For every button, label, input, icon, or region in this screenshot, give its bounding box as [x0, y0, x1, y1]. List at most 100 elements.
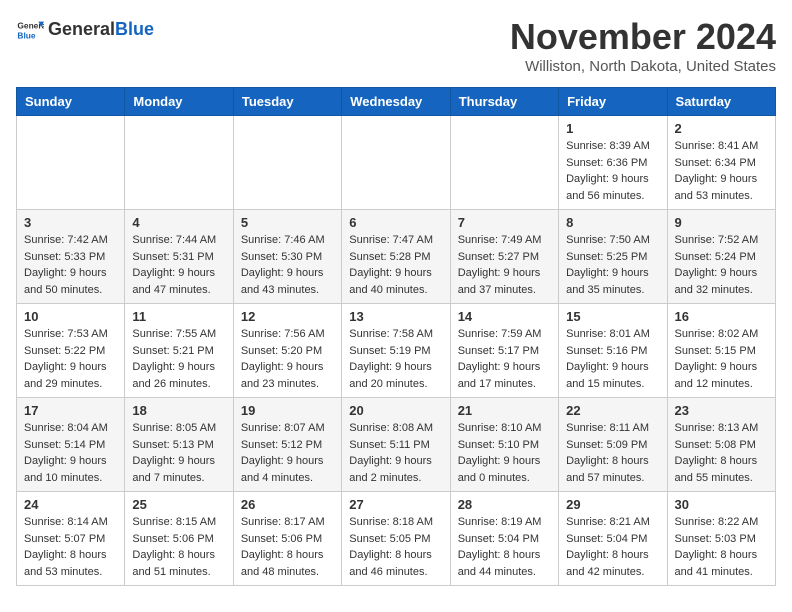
day-number: 13: [349, 309, 442, 324]
calendar-cell: 3 Sunrise: 7:42 AM Sunset: 5:33 PM Daylig…: [17, 210, 125, 304]
day-number: 18: [132, 403, 225, 418]
day-of-week-monday: Monday: [125, 88, 233, 116]
week-row-1: 1Sunrise: 8:39 AM Sunset: 6:36 PM Daylig…: [17, 116, 776, 210]
day-number: 7: [458, 215, 551, 230]
day-of-week-friday: Friday: [559, 88, 667, 116]
day-number: 28: [458, 497, 551, 512]
day-number: 24: [24, 497, 117, 512]
day-number: 12: [241, 309, 334, 324]
calendar-cell: 29Sunrise: 8:21 AM Sunset: 5:04 PM Dayli…: [559, 492, 667, 586]
day-info: Sunrise: 7:49 AM Sunset: 5:27 PM Dayligh…: [458, 232, 551, 298]
day-number: 16: [675, 309, 768, 324]
day-info: Sunrise: 8:21 AM Sunset: 5:04 PM Dayligh…: [566, 514, 659, 580]
calendar-body: 1Sunrise: 8:39 AM Sunset: 6:36 PM Daylig…: [17, 116, 776, 586]
day-number: 19: [241, 403, 334, 418]
calendar-table: SundayMondayTuesdayWednesdayThursdayFrid…: [16, 87, 776, 586]
calendar-cell: 23Sunrise: 8:13 AM Sunset: 5:08 PM Dayli…: [667, 398, 775, 492]
calendar-cell: 4Sunrise: 7:44 AM Sunset: 5:31 PM Daylig…: [125, 210, 233, 304]
calendar-cell: 2Sunrise: 8:41 AM Sunset: 6:34 PM Daylig…: [667, 116, 775, 210]
day-number: 10: [24, 309, 117, 324]
day-number: 15: [566, 309, 659, 324]
day-info: Sunrise: 7:42 AM Sunset: 5:33 PM Dayligh…: [24, 232, 117, 298]
calendar-cell: 5 Sunrise: 7:46 AM Sunset: 5:30 PM Daylig…: [233, 210, 341, 304]
week-row-5: 24 Sunrise: 8:14 AM Sunset: 5:07 PM Dayli…: [17, 492, 776, 586]
day-info: Sunrise: 7:47 AM Sunset: 5:28 PM Dayligh…: [349, 232, 442, 298]
day-of-week-sunday: Sunday: [17, 88, 125, 116]
day-number: 20: [349, 403, 442, 418]
day-of-week-wednesday: Wednesday: [342, 88, 450, 116]
calendar-cell: 17 Sunrise: 8:04 AM Sunset: 5:14 PM Dayli…: [17, 398, 125, 492]
day-number: 21: [458, 403, 551, 418]
day-info: Sunrise: 7:52 AM Sunset: 5:24 PM Dayligh…: [675, 232, 768, 298]
day-number: 14: [458, 309, 551, 324]
day-info: Sunrise: 8:17 AM Sunset: 5:06 PM Dayligh…: [241, 514, 334, 580]
calendar-cell: [17, 116, 125, 210]
calendar-cell: 7 Sunrise: 7:49 AM Sunset: 5:27 PM Daylig…: [450, 210, 558, 304]
day-number: 3: [24, 215, 117, 230]
day-info: Sunrise: 8:11 AM Sunset: 5:09 PM Dayligh…: [566, 420, 659, 486]
calendar-cell: 16 Sunrise: 8:02 AM Sunset: 5:15 PM Dayli…: [667, 304, 775, 398]
calendar-cell: 11 Sunrise: 7:55 AM Sunset: 5:21 PM Dayli…: [125, 304, 233, 398]
logo-general-text: General: [48, 19, 115, 39]
day-number: 4: [132, 215, 225, 230]
day-of-week-thursday: Thursday: [450, 88, 558, 116]
calendar-cell: 1Sunrise: 8:39 AM Sunset: 6:36 PM Daylig…: [559, 116, 667, 210]
calendar-cell: 8 Sunrise: 7:50 AM Sunset: 5:25 PM Daylig…: [559, 210, 667, 304]
calendar-cell: 6Sunrise: 7:47 AM Sunset: 5:28 PM Daylig…: [342, 210, 450, 304]
week-row-4: 17 Sunrise: 8:04 AM Sunset: 5:14 PM Dayli…: [17, 398, 776, 492]
svg-text:Blue: Blue: [17, 30, 35, 40]
day-info: Sunrise: 8:13 AM Sunset: 5:08 PM Dayligh…: [675, 420, 768, 486]
day-info: Sunrise: 8:18 AM Sunset: 5:05 PM Dayligh…: [349, 514, 442, 580]
day-info: Sunrise: 8:02 AM Sunset: 5:15 PM Dayligh…: [675, 326, 768, 392]
day-number: 25: [132, 497, 225, 512]
day-number: 26: [241, 497, 334, 512]
calendar-cell: [233, 116, 341, 210]
day-info: Sunrise: 8:04 AM Sunset: 5:14 PM Dayligh…: [24, 420, 117, 486]
day-number: 30: [675, 497, 768, 512]
calendar-cell: 30 Sunrise: 8:22 AM Sunset: 5:03 PM Dayli…: [667, 492, 775, 586]
week-row-3: 10 Sunrise: 7:53 AM Sunset: 5:22 PM Dayli…: [17, 304, 776, 398]
day-info: Sunrise: 8:05 AM Sunset: 5:13 PM Dayligh…: [132, 420, 225, 486]
calendar-cell: 26 Sunrise: 8:17 AM Sunset: 5:06 PM Dayli…: [233, 492, 341, 586]
calendar-cell: 9Sunrise: 7:52 AM Sunset: 5:24 PM Daylig…: [667, 210, 775, 304]
calendar-cell: [125, 116, 233, 210]
day-number: 1: [566, 121, 659, 136]
calendar-cell: 18 Sunrise: 8:05 AM Sunset: 5:13 PM Dayli…: [125, 398, 233, 492]
day-info: Sunrise: 7:53 AM Sunset: 5:22 PM Dayligh…: [24, 326, 117, 392]
day-info: Sunrise: 8:22 AM Sunset: 5:03 PM Dayligh…: [675, 514, 768, 580]
calendar-cell: 21Sunrise: 8:10 AM Sunset: 5:10 PM Dayli…: [450, 398, 558, 492]
day-info: Sunrise: 7:50 AM Sunset: 5:25 PM Dayligh…: [566, 232, 659, 298]
day-info: Sunrise: 7:59 AM Sunset: 5:17 PM Dayligh…: [458, 326, 551, 392]
week-row-2: 3 Sunrise: 7:42 AM Sunset: 5:33 PM Daylig…: [17, 210, 776, 304]
logo-blue-text: Blue: [115, 19, 154, 39]
month-title: November 2024: [510, 16, 776, 58]
calendar-cell: 19Sunrise: 8:07 AM Sunset: 5:12 PM Dayli…: [233, 398, 341, 492]
calendar-cell: 14 Sunrise: 7:59 AM Sunset: 5:17 PM Dayli…: [450, 304, 558, 398]
day-of-week-saturday: Saturday: [667, 88, 775, 116]
calendar-cell: 15Sunrise: 8:01 AM Sunset: 5:16 PM Dayli…: [559, 304, 667, 398]
calendar-cell: [450, 116, 558, 210]
day-number: 8: [566, 215, 659, 230]
calendar-cell: 20Sunrise: 8:08 AM Sunset: 5:11 PM Dayli…: [342, 398, 450, 492]
day-number: 17: [24, 403, 117, 418]
title-block: November 2024 Williston, North Dakota, U…: [510, 16, 776, 75]
calendar-header: SundayMondayTuesdayWednesdayThursdayFrid…: [17, 88, 776, 116]
calendar-cell: 12 Sunrise: 7:56 AM Sunset: 5:20 PM Dayli…: [233, 304, 341, 398]
day-info: Sunrise: 8:15 AM Sunset: 5:06 PM Dayligh…: [132, 514, 225, 580]
logo-icon: General Blue: [16, 16, 44, 44]
location: Williston, North Dakota, United States: [510, 58, 776, 75]
day-number: 5: [241, 215, 334, 230]
day-of-week-tuesday: Tuesday: [233, 88, 341, 116]
calendar-cell: 22 Sunrise: 8:11 AM Sunset: 5:09 PM Dayli…: [559, 398, 667, 492]
day-number: 11: [132, 309, 225, 324]
day-info: Sunrise: 7:46 AM Sunset: 5:30 PM Dayligh…: [241, 232, 334, 298]
day-number: 22: [566, 403, 659, 418]
day-info: Sunrise: 7:55 AM Sunset: 5:21 PM Dayligh…: [132, 326, 225, 392]
calendar-cell: 28Sunrise: 8:19 AM Sunset: 5:04 PM Dayli…: [450, 492, 558, 586]
logo: General Blue GeneralBlue: [16, 16, 154, 44]
day-info: Sunrise: 8:14 AM Sunset: 5:07 PM Dayligh…: [24, 514, 117, 580]
calendar-cell: 25 Sunrise: 8:15 AM Sunset: 5:06 PM Dayli…: [125, 492, 233, 586]
day-info: Sunrise: 7:56 AM Sunset: 5:20 PM Dayligh…: [241, 326, 334, 392]
day-info: Sunrise: 7:58 AM Sunset: 5:19 PM Dayligh…: [349, 326, 442, 392]
day-number: 27: [349, 497, 442, 512]
